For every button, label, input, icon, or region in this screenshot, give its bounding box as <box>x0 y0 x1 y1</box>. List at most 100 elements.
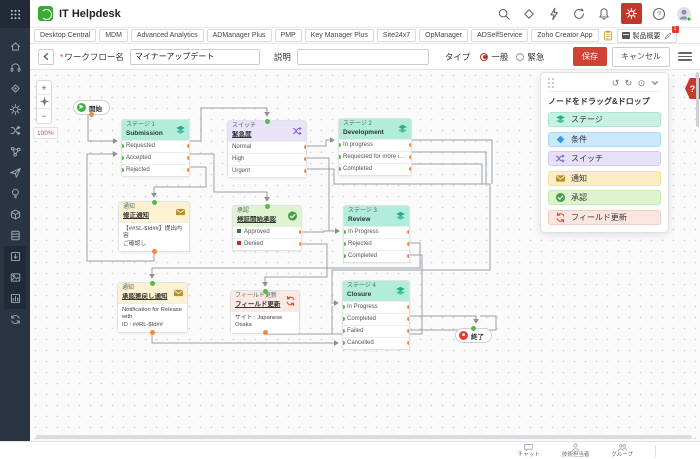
back-button[interactable] <box>38 49 54 65</box>
tab-mdm[interactable]: MDM <box>99 29 128 42</box>
description-input[interactable] <box>297 49 429 65</box>
help-icon[interactable]: ? <box>651 6 667 22</box>
node-row-in-progress[interactable]: In progress <box>339 139 411 151</box>
collapse-chevron-icon[interactable] <box>648 77 661 90</box>
node-end[interactable]: ■終了 <box>455 328 492 343</box>
input-port-dot[interactable] <box>471 326 476 331</box>
node-stage1[interactable]: ステージ 1SubmissionRequestedAcceptedRejecte… <box>121 119 190 177</box>
tab-admanager-plus[interactable]: ADManager Plus <box>207 29 272 42</box>
node-row-cancelled[interactable]: Cancelled <box>343 337 409 349</box>
zap-icon[interactable] <box>546 6 562 22</box>
save-button[interactable]: 保存 <box>573 47 607 66</box>
output-port-dot[interactable] <box>150 330 155 335</box>
node-stage2[interactable]: ステージ 2DevelopmentIn progressRequested fo… <box>338 118 412 176</box>
node-row-rejected[interactable]: Rejected <box>344 238 409 250</box>
node-row-completed[interactable]: Completed <box>339 163 411 175</box>
node-row-accepted[interactable]: Accepted <box>122 152 189 164</box>
workflow-canvas[interactable]: + − 100% ↺ ↻ ⊙ ノードをドラッグ&ドロップ ステージ条件スイッチ通… <box>30 70 700 441</box>
node-row-completed[interactable]: Completed <box>344 250 409 262</box>
drag-handle-icon[interactable] <box>548 78 555 88</box>
input-port-dot[interactable] <box>263 289 268 294</box>
pan-crosshair-button[interactable] <box>37 95 51 109</box>
node-row-urgent[interactable]: Urgent <box>228 165 306 177</box>
settings-icon[interactable] <box>621 3 642 24</box>
palette-item-approval[interactable]: 承認 <box>548 190 661 205</box>
footer-item-group[interactable]: グループ <box>611 442 633 459</box>
sidebar-item-image-icon[interactable] <box>4 267 26 288</box>
node-switch1[interactable]: スイッチ緊急度NormalHighUrgent <box>227 120 307 178</box>
tab-site24x7[interactable]: Site24x7 <box>377 29 416 42</box>
history-icon[interactable] <box>571 6 587 22</box>
sidebar-item-headset-icon[interactable] <box>4 57 26 78</box>
search-icon[interactable] <box>496 6 512 22</box>
output-port-dot[interactable] <box>263 330 268 335</box>
node-row-high[interactable]: High <box>228 153 306 165</box>
node-stage4[interactable]: ステージ 4ClosureIn ProgressCompletedFailedC… <box>342 280 410 350</box>
tab-pmp[interactable]: PMP <box>275 29 302 42</box>
sidebar-item-inbox-icon[interactable] <box>4 246 26 267</box>
sidebar-item-plane-icon[interactable] <box>4 162 26 183</box>
node-row-in-progress[interactable]: In Progress <box>343 301 409 313</box>
footer-item-chat[interactable]: チャット <box>518 442 540 459</box>
output-port-dot[interactable] <box>89 112 94 117</box>
tab-desktop-central[interactable]: Desktop Central <box>34 29 96 42</box>
node-row-failed[interactable]: Failed <box>343 325 409 337</box>
undo-icon[interactable]: ↺ <box>609 77 622 90</box>
palette-item-stage[interactable]: ステージ <box>548 112 661 127</box>
toolbar-menu-icon[interactable] <box>678 50 692 64</box>
tab-product-overview[interactable]: 製品概要1 <box>617 29 677 43</box>
node-notify1[interactable]: 通知修正通知【##SL-$Id##】提出内容 ご確認し <box>118 201 190 252</box>
sidebar-item-home-icon[interactable] <box>4 36 26 57</box>
avatar-icon[interactable] <box>676 6 692 22</box>
cancel-button[interactable]: キャンセル <box>612 47 670 67</box>
sidebar-item-shuffle-icon[interactable] <box>4 120 26 141</box>
sidebar-item-tag-icon[interactable] <box>4 78 26 99</box>
workflow-name-input[interactable] <box>130 49 260 65</box>
sidebar-item-spark-icon[interactable] <box>4 99 26 120</box>
zoom-in-button[interactable]: + <box>37 81 51 95</box>
clipboard-icon[interactable] <box>602 30 614 42</box>
redo-icon[interactable]: ↻ <box>622 77 635 90</box>
target-icon[interactable]: ⊙ <box>635 77 648 90</box>
tab-adselfservice[interactable]: ADSelfService <box>471 29 528 42</box>
node-row-in-progress[interactable]: In Progress <box>344 226 409 238</box>
input-port-dot[interactable] <box>150 281 155 286</box>
sidebar-item-database-icon[interactable] <box>4 225 26 246</box>
node-stage3[interactable]: ステージ 3ReviewIn ProgressRejectedCompleted <box>343 205 410 263</box>
output-port-dot[interactable] <box>152 249 157 254</box>
node-approval1[interactable]: 承認検証開始承認ApprovedDenied <box>232 205 302 251</box>
sidebar-item-nodes-icon[interactable] <box>4 141 26 162</box>
sidebar-item-cube-icon[interactable] <box>4 204 26 225</box>
navigator-icon[interactable] <box>521 6 537 22</box>
node-row-denied[interactable]: Denied <box>233 238 301 250</box>
type-radio-general[interactable]: 一般 <box>480 51 508 63</box>
tab-zoho-creator-app[interactable]: Zoho Creator App <box>531 29 598 42</box>
zoom-level-badge[interactable]: 100% <box>33 127 58 139</box>
input-port-dot[interactable] <box>265 119 270 124</box>
node-row-normal[interactable]: Normal <box>228 141 306 153</box>
footer-item-person[interactable]: 技術担当者 <box>562 442 590 459</box>
sidebar-item-sync-icon[interactable] <box>4 309 26 330</box>
palette-item-update[interactable]: フィールド更新 <box>548 210 661 225</box>
node-row-rejected[interactable]: Rejected <box>122 164 189 176</box>
palette-item-notify[interactable]: 通知 <box>548 171 661 186</box>
palette-item-switch[interactable]: スイッチ <box>548 151 661 166</box>
node-update1[interactable]: フィールド更新フィールド更新サイト : Japanese Osaka <box>230 290 300 334</box>
input-port-dot[interactable] <box>152 200 157 205</box>
horizontal-scrollbar[interactable] <box>36 435 692 439</box>
node-notify2[interactable]: 通知承認差戻し通知Notification for Release with I… <box>117 282 188 333</box>
node-row-requested[interactable]: Requested <box>122 140 189 152</box>
input-port-dot[interactable] <box>265 204 270 209</box>
zoom-out-button[interactable]: − <box>37 109 51 123</box>
vertical-scrollbar[interactable] <box>696 72 699 127</box>
tab-opmanager[interactable]: OpManager <box>419 29 468 42</box>
sidebar-item-chart-icon[interactable] <box>4 288 26 309</box>
tab-key-manager-plus[interactable]: Key Manager Plus <box>305 29 374 42</box>
node-row-requested-for-more-in-[interactable]: Requested for more in... <box>339 151 411 163</box>
node-row-completed[interactable]: Completed <box>343 313 409 325</box>
apps-grid-icon[interactable] <box>0 0 30 28</box>
node-start[interactable]: ▶開始 <box>73 100 110 115</box>
type-radio-urgent[interactable]: 緊急 <box>516 51 544 63</box>
node-row-approved[interactable]: Approved <box>233 226 301 238</box>
bell-icon[interactable] <box>596 6 612 22</box>
